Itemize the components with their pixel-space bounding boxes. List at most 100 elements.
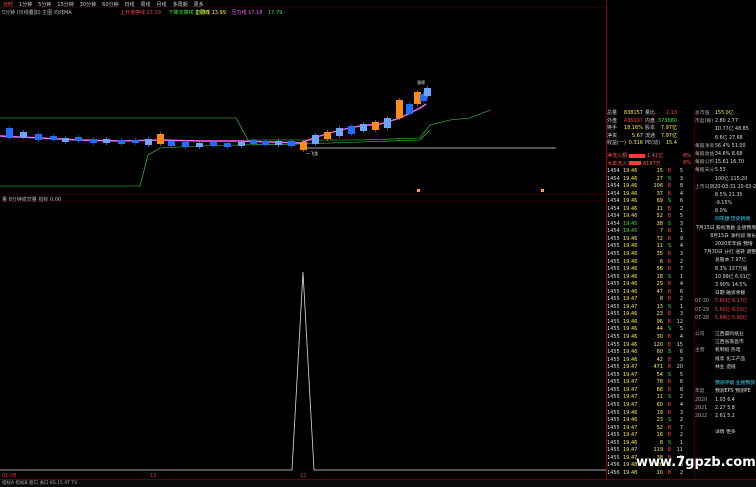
fund-row: 7月30日 分红 送转 调整: [695, 249, 756, 257]
tick-direction: B: [667, 235, 671, 242]
tick-row[interactable]: 1455 19.46 35 B 3: [607, 251, 693, 259]
tick-row[interactable]: 1454 19.46 106 B 8: [607, 183, 693, 191]
tick-price: 19.48: [623, 469, 638, 476]
tick-row[interactable]: 1455 19.46 6 B 2: [607, 259, 693, 267]
tick-row[interactable]: 1455 19.47 16 B 2: [607, 432, 693, 440]
tick-row[interactable]: 1455 19.47 54 S 5: [607, 372, 693, 380]
fund-value: 江西省南昌市: [715, 340, 744, 346]
tick-row[interactable]: 1455 19.47 60 B 4: [607, 402, 693, 410]
tick-count: 2: [679, 469, 683, 476]
tick-direction: B: [667, 311, 671, 318]
tick-volume: 29: [656, 281, 663, 288]
tick-count: 5: [679, 213, 683, 220]
spike-line: [0, 271, 606, 471]
tick-row[interactable]: 1455 19.46 18 S 1: [607, 274, 693, 282]
tick-direction: B: [667, 334, 671, 341]
tick-row[interactable]: 1455 19.46 23 S 2: [607, 417, 693, 425]
tick-row[interactable]: 1455 19.47 88 B 8: [607, 387, 693, 395]
flow-pct: 8%: [683, 152, 691, 159]
tick-time: 1455: [607, 341, 620, 348]
fund-row: 林业 造纸: [695, 364, 756, 372]
fund-row: 公司 江西晨鸣纸业: [695, 331, 756, 339]
fund-row: 6.6亿 27.68: [695, 135, 756, 143]
tick-row[interactable]: 1455 19.46 96 B 12: [607, 319, 693, 327]
tick-count: 4: [679, 281, 683, 288]
tick-price: 19.46: [623, 235, 638, 242]
tick-row[interactable]: 1455 19.46 19 B 3: [607, 410, 693, 418]
tick-price: 19.47: [623, 432, 638, 439]
tick-price: 19.46: [623, 281, 638, 288]
tick-price: 19.46: [623, 190, 638, 197]
fund-label: 07-30: [695, 299, 709, 305]
tick-price: 19.45: [623, 228, 638, 235]
fund-value: 34.6% 8.68: [715, 151, 743, 157]
tick-row[interactable]: 1455 19.47 119 B 11: [607, 447, 693, 455]
volume-chart[interactable]: [0, 200, 606, 472]
tick-direction: B: [667, 258, 671, 265]
tick-row[interactable]: 1454 19.45 7 B 1: [607, 228, 693, 236]
tick-row[interactable]: 1455 19.47 471 B 20: [607, 364, 693, 372]
tick-count: 7: [679, 424, 683, 431]
tick-count: 2: [679, 432, 683, 439]
tick-count: 15: [676, 341, 683, 348]
tick-volume: 37: [656, 190, 663, 197]
tick-row[interactable]: 1454 19.46 27 S 3: [607, 176, 693, 184]
tick-row[interactable]: 1455 19.47 78 B 6: [607, 379, 693, 387]
tick-row[interactable]: 1455 19.47 52 B 7: [607, 425, 693, 433]
fund-label: 2020: [695, 397, 708, 403]
fund-value: 5.53: [715, 168, 726, 174]
quote-label: 换手: [607, 125, 618, 131]
flow-table: 净流入额 1.41亿 8% 大单流入 6187万 8%: [607, 152, 693, 167]
tick-row[interactable]: 1455 19.46 47 B 6: [607, 289, 693, 297]
tick-row[interactable]: 1455 19.47 13 S 1: [607, 304, 693, 312]
fund-row: 10.99亿 6.01亿: [695, 274, 756, 282]
fund-label: [695, 356, 715, 364]
tick-time: 1455: [607, 258, 620, 265]
tick-volume: 106: [653, 183, 663, 190]
fund-row: 8.3% 137万股: [695, 266, 756, 274]
tick-row[interactable]: 1454 19.45 38 S 3: [607, 221, 693, 229]
tick-row[interactable]: 1455 19.46 30 B 4: [607, 334, 693, 342]
tick-row[interactable]: 1455 19.47 11 S 2: [607, 394, 693, 402]
fund-row: 主营 机制纸 热电: [695, 347, 756, 355]
tick-row[interactable]: 1455 19.46 23 B 3: [607, 311, 693, 319]
tick-price: 19.47: [623, 296, 638, 303]
quote-label-2: 内盘: [645, 117, 656, 124]
tick-row[interactable]: 1454 19.46 37 B 4: [607, 191, 693, 199]
tick-row[interactable]: 1454 19.46 15 B 5: [607, 168, 693, 176]
tick-volume: 52: [656, 424, 663, 431]
tick-price: 19.46: [623, 273, 638, 280]
tick-row[interactable]: 1455 19.46 56 B 7: [607, 266, 693, 274]
fund-label: [695, 274, 715, 282]
tick-row[interactable]: 1455 19.46 72 B 9: [607, 236, 693, 244]
tick-time: 1455: [607, 417, 620, 424]
candlestick-chart[interactable]: 涨停 一飞龙: [0, 0, 606, 195]
tick-count: 1: [679, 439, 683, 446]
tick-row[interactable]: 1455 19.46 44 S 5: [607, 326, 693, 334]
quote-label: 收益(一): [607, 140, 626, 146]
fund-label: 每股公积: [695, 160, 715, 166]
tick-time: 1454: [607, 198, 620, 205]
tick-row[interactable]: 1454 19.46 11 B 2: [607, 206, 693, 214]
tick-row[interactable]: 1455 19.46 42 B 3: [607, 357, 693, 365]
tick-table[interactable]: 1454 19.46 15 B 5 1454 19.46 27 S 3 1454 19.46 106 B 8…: [607, 168, 693, 477]
tick-row[interactable]: 1456 19.48 10 B 2: [607, 470, 693, 478]
fund-row: 8.5% 21.35: [695, 192, 756, 200]
tick-row[interactable]: 1454 19.46 69 S 6: [607, 198, 693, 206]
tick-row[interactable]: 1454 19.46 52 B 5: [607, 213, 693, 221]
tick-row[interactable]: 1455 19.46 11 S 4: [607, 243, 693, 251]
fundamentals-table: 总市值 155.0亿 市盈(静) 2.80 2.77 10.77亿 48.85 6.6亿 …: [694, 110, 756, 479]
fund-row: 预测评级 业绩预测: [695, 380, 756, 388]
tick-row[interactable]: 1455 19.46 120 B 15: [607, 342, 693, 350]
tick-row[interactable]: 1455 19.46 60 S 6: [607, 349, 693, 357]
fund-label: [695, 266, 715, 274]
tick-count: 6: [679, 198, 683, 205]
tick-row[interactable]: 1455 19.46 29 B 4: [607, 281, 693, 289]
tick-row[interactable]: 1455 19.46 8 S 1: [607, 440, 693, 448]
fund-label: 主营: [695, 348, 705, 354]
quote-value: 5.67: [631, 132, 643, 139]
tick-count: 5: [679, 168, 683, 174]
fund-value: 日期 融资余额: [715, 291, 746, 297]
tick-volume: 13: [656, 303, 663, 310]
tick-row[interactable]: 1455 19.47 8 B 2: [607, 296, 693, 304]
